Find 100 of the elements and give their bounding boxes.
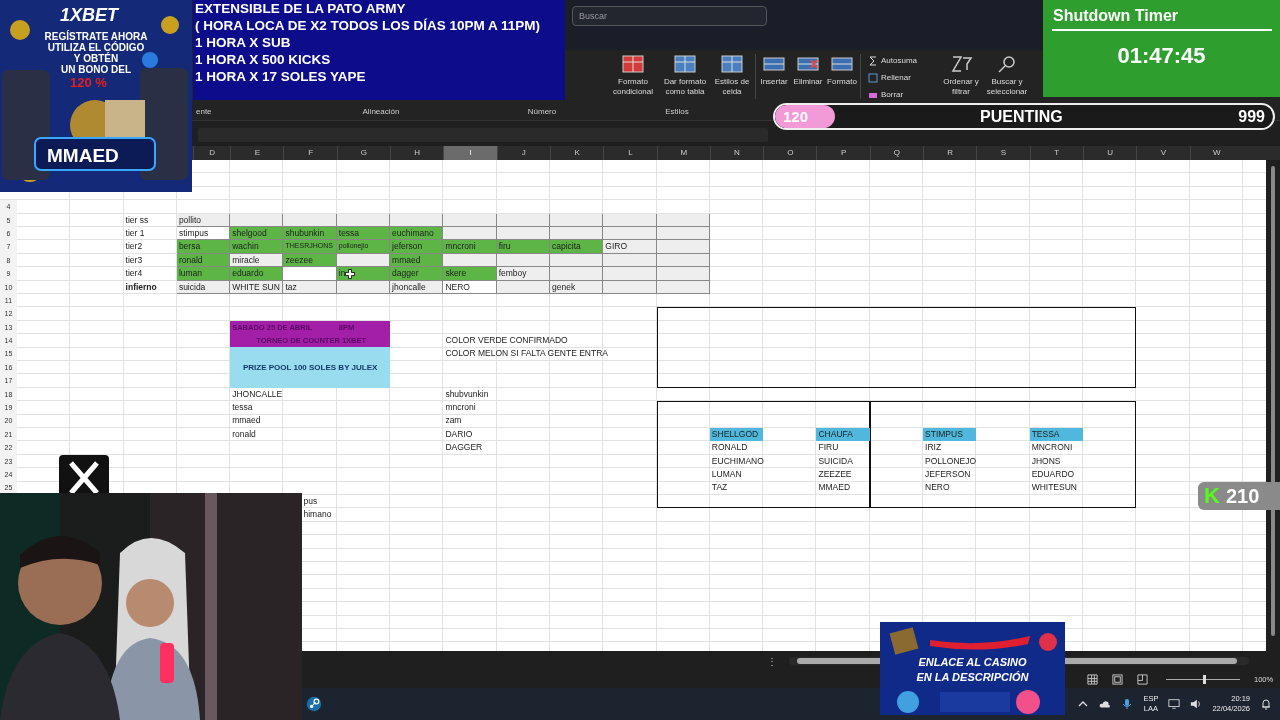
tier-label: tier 1: [124, 226, 146, 240]
page-break-icon[interactable]: [1137, 674, 1148, 685]
ad-bonus: 120 %: [70, 75, 107, 90]
player-name: RONALD: [710, 441, 749, 455]
monitor-icon[interactable]: [1168, 698, 1181, 710]
ad-text: UTILIZA EL CÓDIGO: [47, 42, 145, 53]
speaker-icon[interactable]: [1190, 698, 1203, 710]
player-name: mncroni: [444, 401, 477, 415]
badge-count: 210: [1225, 484, 1260, 508]
table-cell: GIRO: [603, 240, 657, 254]
note-text: COLOR VERDE CONFIRMADO: [444, 334, 569, 348]
player-name: SUICIDA: [817, 454, 854, 468]
tier-label: tier4: [124, 267, 144, 281]
ribbon-button[interactable]: Ordenar y filtrar: [938, 50, 984, 103]
notice-text: EXTENSIBLE DE LA PATO ARMY: [195, 0, 407, 17]
ribbon-button[interactable]: Eliminar: [791, 50, 825, 103]
table-cell: jeferson: [390, 240, 444, 254]
team-header: STIMPUS: [923, 427, 977, 442]
ad-text: Y OBTÉN: [73, 53, 119, 64]
player-name: tessa: [231, 401, 254, 415]
player-name: MNCRONI: [1030, 441, 1074, 455]
team-header: SHELLGOD: [709, 427, 764, 442]
cloud-icon[interactable]: [1099, 698, 1112, 710]
table-cell: firu: [496, 240, 550, 254]
notification-icon[interactable]: [1260, 698, 1272, 710]
microphone-icon[interactable]: [1121, 698, 1134, 710]
table-cell: capicita: [549, 240, 604, 254]
ribbon-group-label: Número: [526, 107, 558, 116]
steam-icon[interactable]: [306, 696, 322, 712]
player-name: zam: [444, 414, 463, 428]
ribbon-group-label: ente: [196, 107, 213, 116]
table-cell: femboy: [496, 267, 550, 281]
player-name: FIRU: [817, 441, 840, 455]
ribbon-button[interactable]: Autosuma: [868, 55, 918, 66]
table-cell: wachin: [230, 240, 284, 254]
ad-text: EN LA DESCRIPCIÓN: [916, 670, 1029, 685]
ad-text: UN BONO DEL: [61, 64, 131, 75]
ribbon-button[interactable]: Dar formato como tabla: [660, 50, 710, 103]
player-name: WHITESUN: [1030, 481, 1078, 495]
rows-icon: [830, 54, 854, 74]
table-icon: [621, 54, 645, 74]
badge-icon: K: [1204, 483, 1220, 509]
tier-label: tier2: [124, 240, 144, 254]
tier-label: tier3: [124, 253, 144, 267]
ribbon-button[interactable]: Formato: [825, 50, 859, 103]
player-name: NERO: [924, 481, 951, 495]
notice-text: 1 HORA X 17 SOLES YAPE: [195, 68, 367, 85]
ribbon-button[interactable]: Estilos de celda: [710, 50, 754, 103]
player-name: JHONCALLE: [231, 387, 284, 401]
notice-text: 1 HORA X 500 KICKS: [195, 51, 332, 68]
player-name: LUMAN: [710, 468, 743, 481]
player-name: ZEEZEE: [817, 468, 853, 481]
ad-text: ENLACE AL CASINO: [918, 655, 1027, 670]
table-cell: luman: [176, 267, 231, 281]
table-icon: [673, 54, 697, 74]
ribbon-button[interactable]: Insertar: [757, 50, 791, 103]
sum-icon: [868, 55, 878, 66]
table-cell: mncroni: [443, 240, 497, 254]
ad-text: REGÍSTRATE AHORA: [44, 31, 148, 42]
sort-filter-icon: [949, 54, 973, 74]
notice-text: ( HORA LOCA DE X2 TODOS LOS DÍAS 10PM A 11PM): [195, 17, 542, 34]
page-layout-icon[interactable]: [1112, 674, 1123, 685]
player-name: TAZ: [710, 481, 729, 495]
player-name: himano: [302, 508, 333, 522]
goal-target: 999: [1238, 107, 1265, 126]
fill-icon: [868, 72, 878, 83]
player-name: EUCHIMANO: [710, 454, 764, 468]
search-field[interactable]: Buscar: [572, 6, 767, 26]
player-name: EDUARDO: [1030, 468, 1076, 481]
player-name: mmaed: [231, 414, 262, 428]
table-cell: bersa: [176, 240, 231, 254]
ribbon-button[interactable]: Borrar: [868, 89, 904, 100]
table-cell: skere: [443, 267, 497, 281]
grid-view-icon[interactable]: [1087, 674, 1098, 685]
more-icon[interactable]: ⋮: [767, 655, 777, 667]
tier-label: infierno: [124, 280, 158, 294]
ribbon-button[interactable]: Formato condicional: [606, 50, 660, 103]
player-name: shubvunkin: [444, 387, 490, 401]
timer-title: Shutdown Timer: [1053, 7, 1179, 25]
ribbon-group-label: Alineación: [361, 107, 401, 116]
player-name: JEFERSON: [924, 468, 972, 481]
team-header: TESSA: [1029, 427, 1083, 442]
table-cell: pollito: [176, 213, 231, 227]
player-name: pus: [302, 494, 319, 508]
ribbon-group-label: Estilos: [664, 107, 690, 116]
player-name: IRIZ: [924, 441, 943, 455]
timer-time: 01:47:45: [1117, 43, 1206, 69]
player-name: ronald: [231, 427, 257, 441]
team-header: CHAUFA: [816, 427, 870, 442]
player-name: DARIO: [444, 427, 474, 441]
table-cell: eduardo: [230, 267, 284, 281]
note-text: COLOR MELON SI FALTA GENTE ENTRA: [444, 347, 609, 361]
prize-banner: PRIZE POOL 100 SOLES BY JULEX: [230, 347, 391, 388]
player-name: MMAED: [817, 481, 852, 495]
ribbon-button[interactable]: Buscar y seleccionar: [984, 50, 1030, 103]
player-name: JHONS: [1030, 454, 1062, 468]
table-icon: [720, 54, 744, 74]
rows-icon: [796, 54, 820, 74]
ribbon-button[interactable]: Rellenar: [868, 72, 911, 83]
rows-icon: [762, 54, 786, 74]
